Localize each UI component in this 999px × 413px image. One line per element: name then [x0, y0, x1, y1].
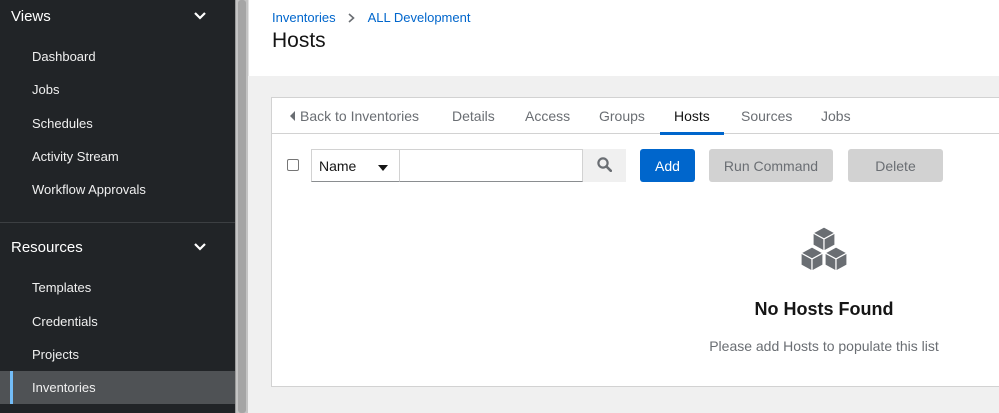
tab-jobs[interactable]: Jobs [821, 98, 851, 134]
tab-groups[interactable]: Groups [599, 98, 645, 134]
filter-key-value: Name [319, 157, 357, 174]
empty-state-body: Please add Hosts to populate this list [709, 338, 939, 354]
tab-details[interactable]: Details [452, 98, 495, 134]
nav-group-resources[interactable]: Resources [0, 229, 235, 265]
sidebar-item-dashboard[interactable]: Dashboard [0, 40, 235, 73]
sidebar-item-jobs[interactable]: Jobs [0, 73, 235, 106]
tab-hosts[interactable]: Hosts [660, 98, 724, 135]
sidebar-item-schedules[interactable]: Schedules [0, 107, 235, 140]
sidebar-item-templates[interactable]: Templates [0, 271, 235, 304]
search-icon [597, 156, 613, 175]
filter-key-select[interactable]: Name [311, 149, 400, 182]
cubes-icon [799, 226, 849, 272]
sidebar-item-workflow-approvals[interactable]: Workflow Approvals [0, 173, 235, 206]
tab-bar: Back to Inventories Details Access Group… [272, 98, 999, 135]
run-command-button[interactable]: Run Command [709, 149, 833, 182]
chevron-down-icon [193, 240, 207, 254]
sidebar: Views Dashboard Jobs Schedules Activity … [0, 0, 235, 413]
nav-divider [0, 222, 235, 223]
hosts-card: Back to Inventories Details Access Group… [271, 97, 999, 387]
sidebar-item-inventories[interactable]: Inventories [0, 371, 235, 404]
page-title: Hosts [272, 29, 326, 52]
sidebar-item-activity-stream[interactable]: Activity Stream [0, 140, 235, 173]
tab-sources[interactable]: Sources [741, 98, 792, 134]
sidebar-item-credentials[interactable]: Credentials [0, 305, 235, 338]
breadcrumb-inventories[interactable]: Inventories [272, 10, 336, 25]
empty-state-title: No Hosts Found [754, 299, 894, 319]
tab-access[interactable]: Access [525, 98, 570, 134]
breadcrumb: Inventories ALL Development [272, 10, 470, 25]
add-button[interactable]: Add [640, 149, 695, 182]
delete-button[interactable]: Delete [848, 149, 943, 182]
search-input[interactable] [399, 149, 583, 182]
tab-back-to-inventories[interactable]: Back to Inventories [290, 98, 419, 134]
nav-group-views[interactable]: Views [0, 0, 235, 34]
search-button[interactable] [583, 149, 626, 182]
select-all-checkbox[interactable] [287, 159, 299, 171]
sidebar-item-projects[interactable]: Projects [0, 338, 235, 371]
nav-group-label: Views [11, 7, 51, 25]
chevron-right-icon [348, 12, 356, 23]
sidebar-scrollbar[interactable] [235, 0, 248, 413]
nav-group-label: Resources [11, 238, 83, 256]
breadcrumb-all-development[interactable]: ALL Development [368, 10, 471, 25]
scrollbar-thumb[interactable] [238, 0, 246, 413]
tab-label: Back to Inventories [300, 108, 420, 124]
caret-down-icon [378, 158, 388, 174]
page-header: Inventories ALL Development Hosts [248, 0, 999, 76]
caret-left-icon [290, 111, 296, 121]
chevron-down-icon [193, 9, 207, 23]
